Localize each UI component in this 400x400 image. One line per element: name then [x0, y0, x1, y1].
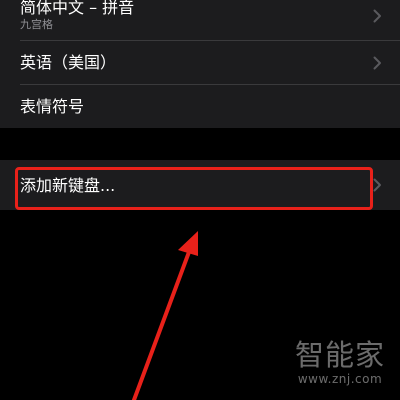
- keyboard-settings-screen: 简体中文 – 拼音 九宫格 英语（美国） 表情符号 添加新键盘... 智能家 w…: [0, 0, 400, 400]
- watermark-brand: 智能家: [294, 338, 385, 372]
- watermark: 智能家 www.znj.com: [288, 338, 392, 386]
- watermark-url: www.znj.com: [297, 372, 383, 386]
